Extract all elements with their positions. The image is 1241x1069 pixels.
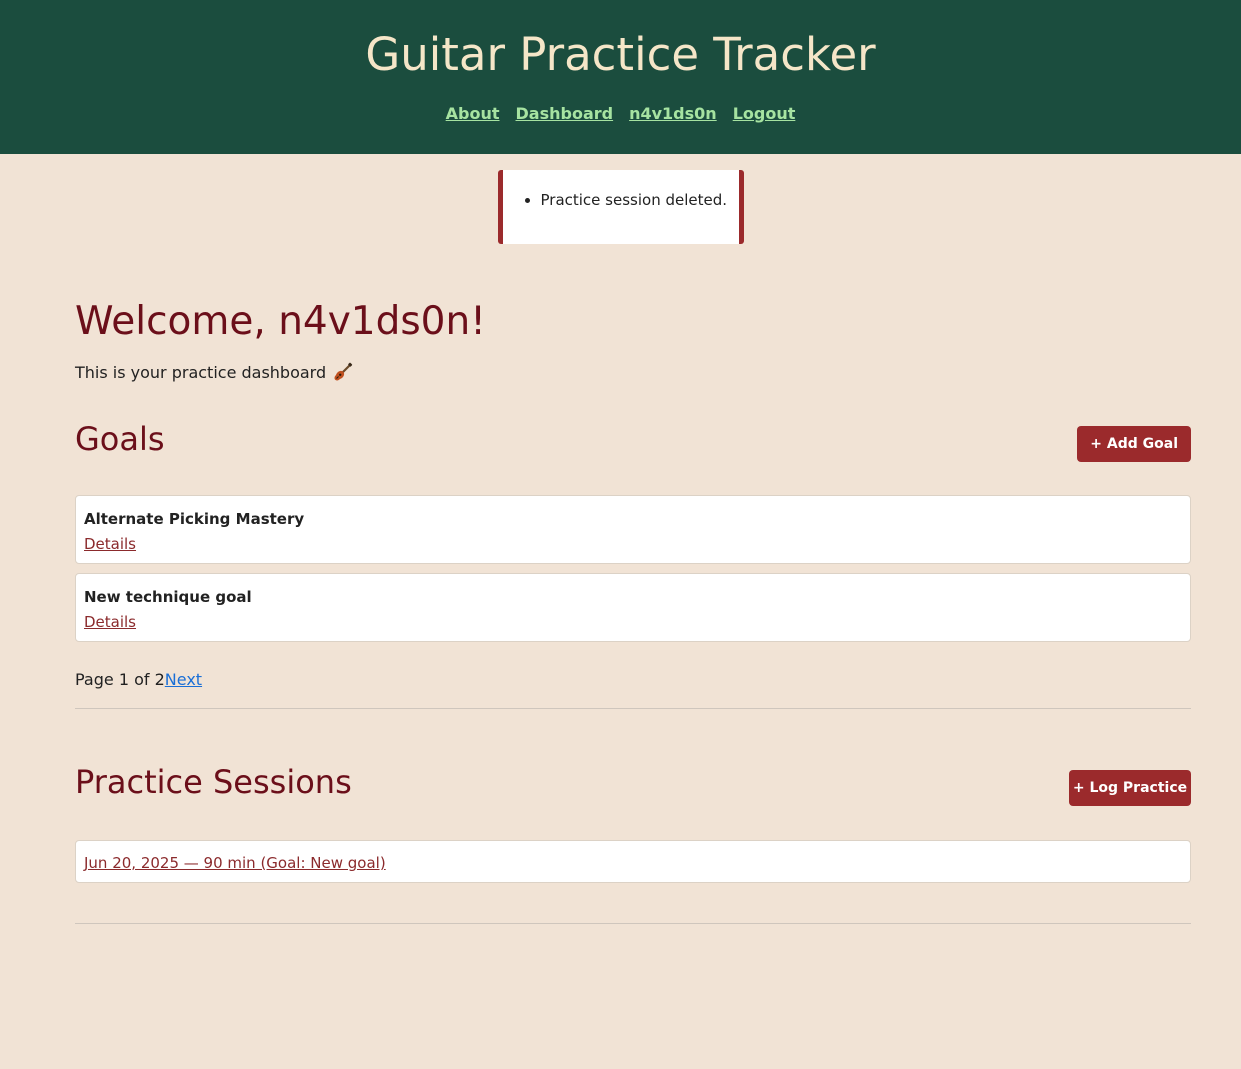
site-title: Guitar Practice Tracker xyxy=(365,28,876,81)
goals-title: Goals xyxy=(75,420,165,458)
welcome-heading: Welcome, n4v1ds0n! xyxy=(75,299,486,344)
goal-name: Alternate Picking Mastery xyxy=(84,510,305,528)
flash-message: Practice session deleted. xyxy=(497,170,744,244)
sessions-title: Practice Sessions xyxy=(75,763,352,801)
dashboard-subtitle: This is your practice dashboard xyxy=(75,362,1191,383)
dashboard-main: Welcome, n4v1ds0n! This is your practice… xyxy=(75,298,1191,924)
add-goal-button[interactable]: + Add Goal xyxy=(1077,426,1191,462)
sessions-header: Practice Sessions + Log Practice xyxy=(75,762,1191,806)
pagination-text: Page 1 of 2 xyxy=(75,670,165,689)
goals-header: Goals + Add Goal xyxy=(75,419,1191,462)
section-divider xyxy=(75,708,1191,709)
main-nav: About Dashboard n4v1ds0n Logout xyxy=(0,104,1241,123)
goal-details-link[interactable]: Details xyxy=(84,534,136,554)
nav-logout-link[interactable]: Logout xyxy=(733,104,796,123)
section-divider xyxy=(75,923,1191,924)
dashboard-subtitle-text: This is your practice dashboard xyxy=(75,363,327,382)
goal-list: Alternate Picking Mastery Details New te… xyxy=(75,495,1191,642)
session-card: Jun 20, 2025 — 90 min (Goal: New goal) xyxy=(75,840,1191,883)
flash-item: Practice session deleted. xyxy=(541,190,729,210)
site-header: Guitar Practice Tracker About Dashboard … xyxy=(0,0,1241,154)
goals-pagination: Page 1 of 2Next xyxy=(75,670,1191,690)
goal-card: New technique goal Details xyxy=(75,573,1191,642)
nav-about-link[interactable]: About xyxy=(446,104,500,123)
guitar-icon xyxy=(334,362,353,381)
goal-details-link[interactable]: Details xyxy=(84,612,136,632)
flash-container: Practice session deleted. xyxy=(0,170,1241,244)
session-link[interactable]: Jun 20, 2025 — 90 min (Goal: New goal) xyxy=(84,854,386,872)
goal-name: New technique goal xyxy=(84,588,252,606)
session-list: Jun 20, 2025 — 90 min (Goal: New goal) xyxy=(75,840,1191,883)
flash-list: Practice session deleted. xyxy=(513,190,729,210)
pagination-next-link[interactable]: Next xyxy=(165,670,202,689)
nav-profile-link[interactable]: n4v1ds0n xyxy=(629,104,717,123)
goal-card: Alternate Picking Mastery Details xyxy=(75,495,1191,564)
log-practice-button[interactable]: + Log Practice xyxy=(1069,770,1191,806)
nav-dashboard-link[interactable]: Dashboard xyxy=(516,104,614,123)
